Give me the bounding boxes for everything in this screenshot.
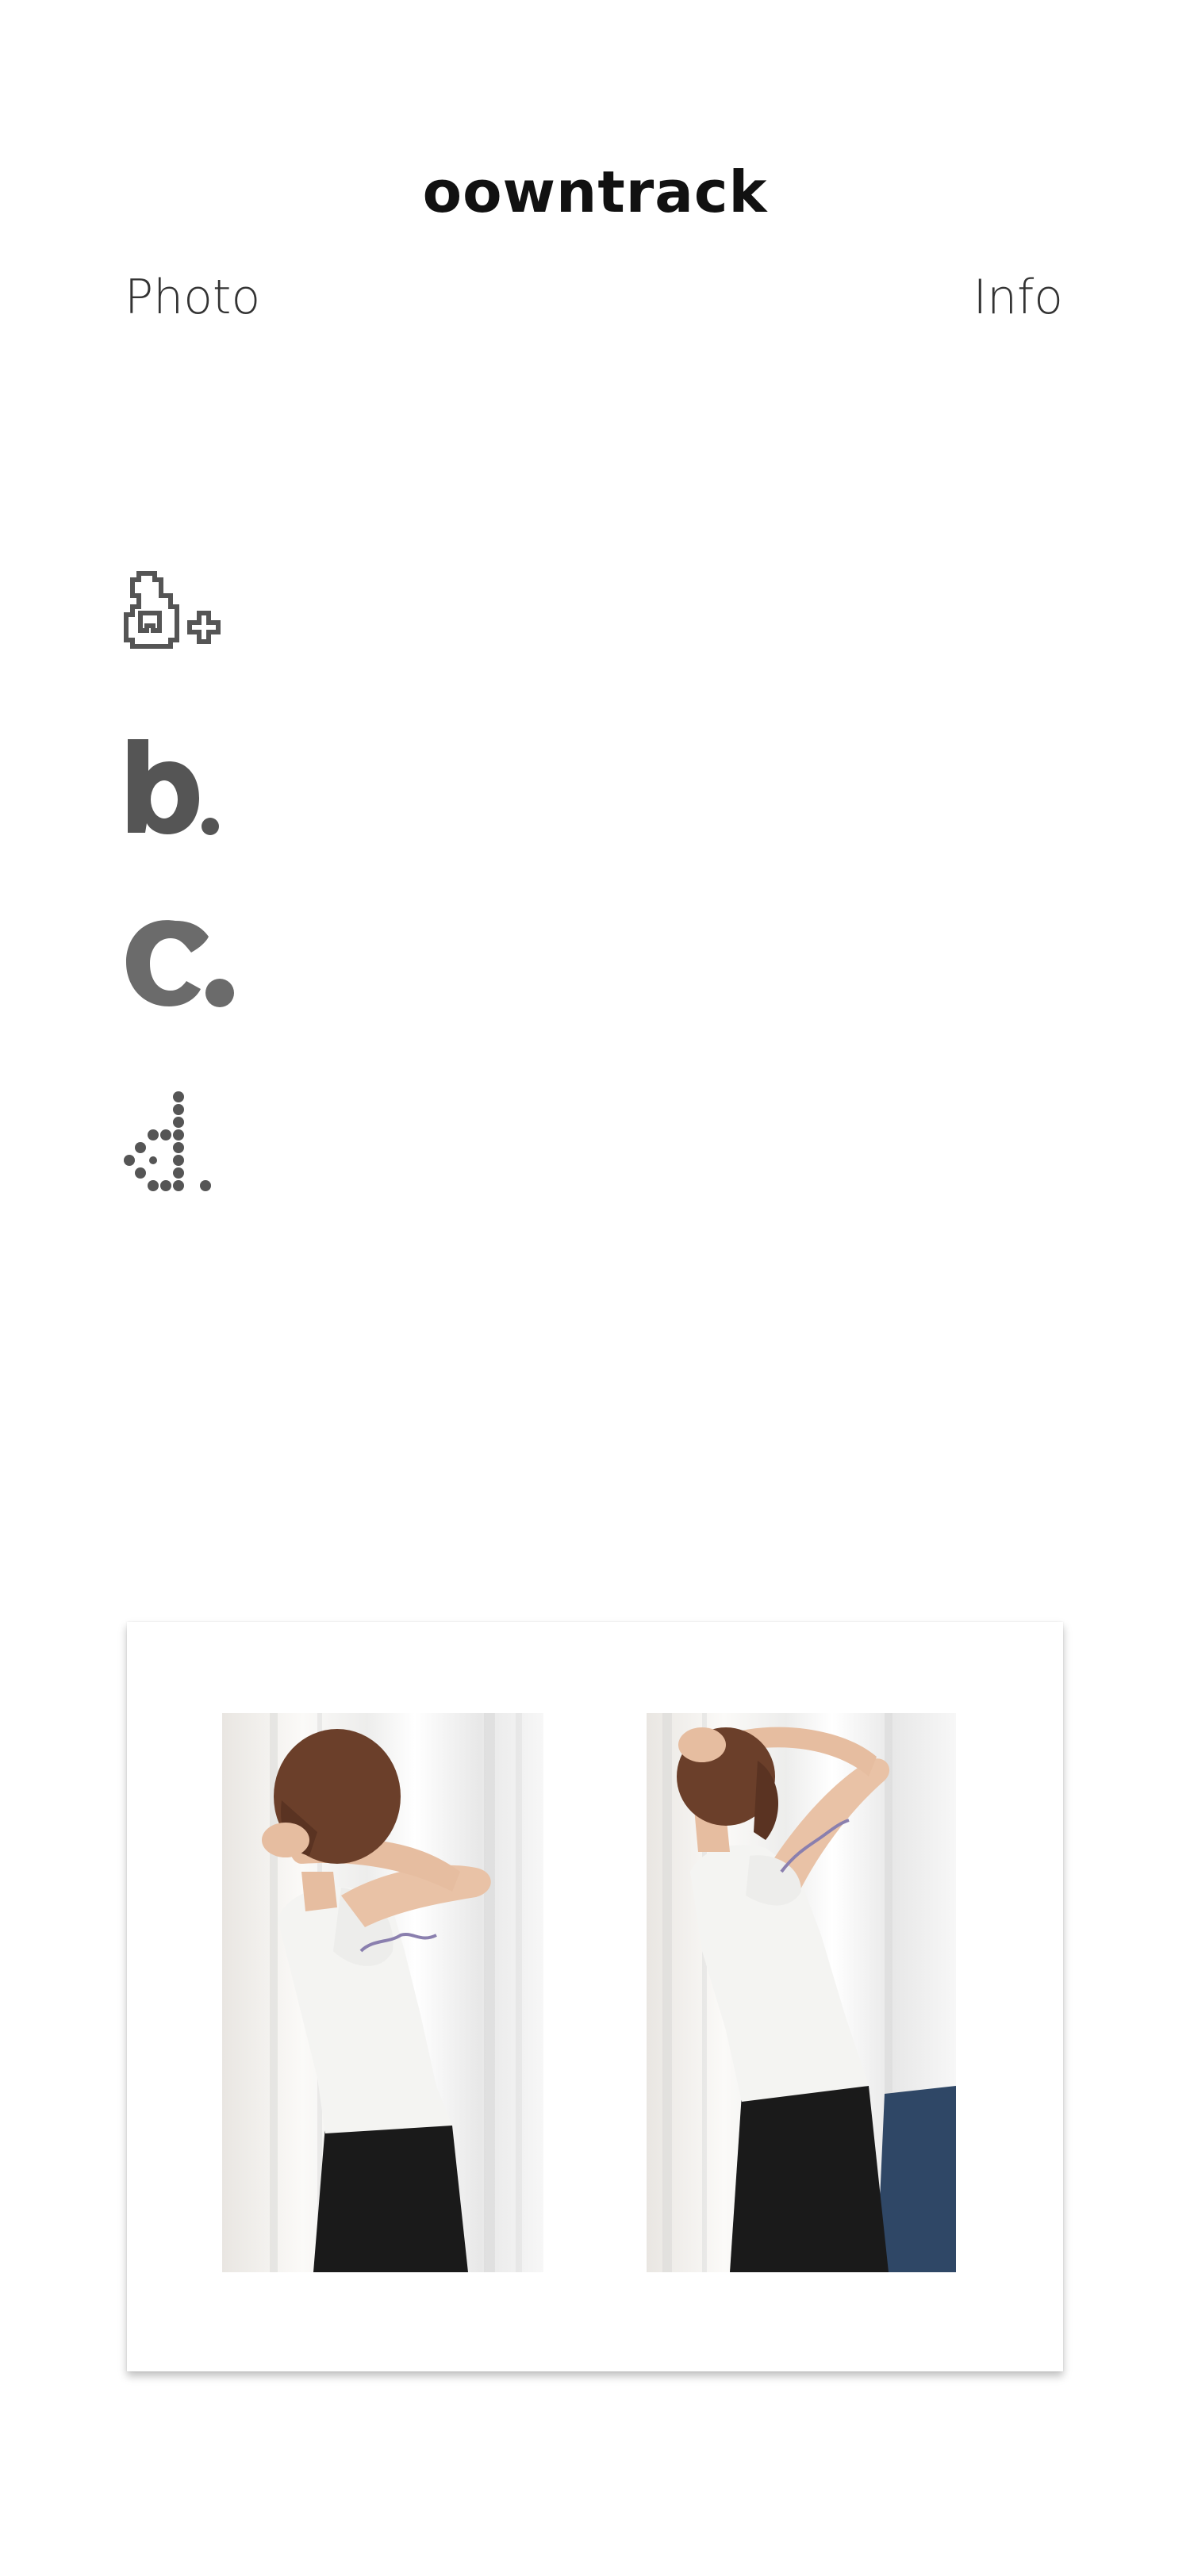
variant-a-pixel-glyph[interactable]: [123, 567, 234, 658]
nav-photo-link[interactable]: Photo: [125, 270, 260, 325]
photo-card: [127, 1622, 1063, 2371]
right-photo: [647, 1713, 956, 2272]
nav-info-link[interactable]: Info: [973, 270, 1063, 325]
variant-d-dotted-glyph[interactable]: [123, 1091, 226, 1202]
site-title[interactable]: oowntrack: [0, 159, 1190, 225]
variant-b-bold-glyph[interactable]: [123, 738, 226, 837]
variant-c-blob-glyph[interactable]: [123, 916, 238, 1011]
left-photo: [222, 1713, 543, 2272]
